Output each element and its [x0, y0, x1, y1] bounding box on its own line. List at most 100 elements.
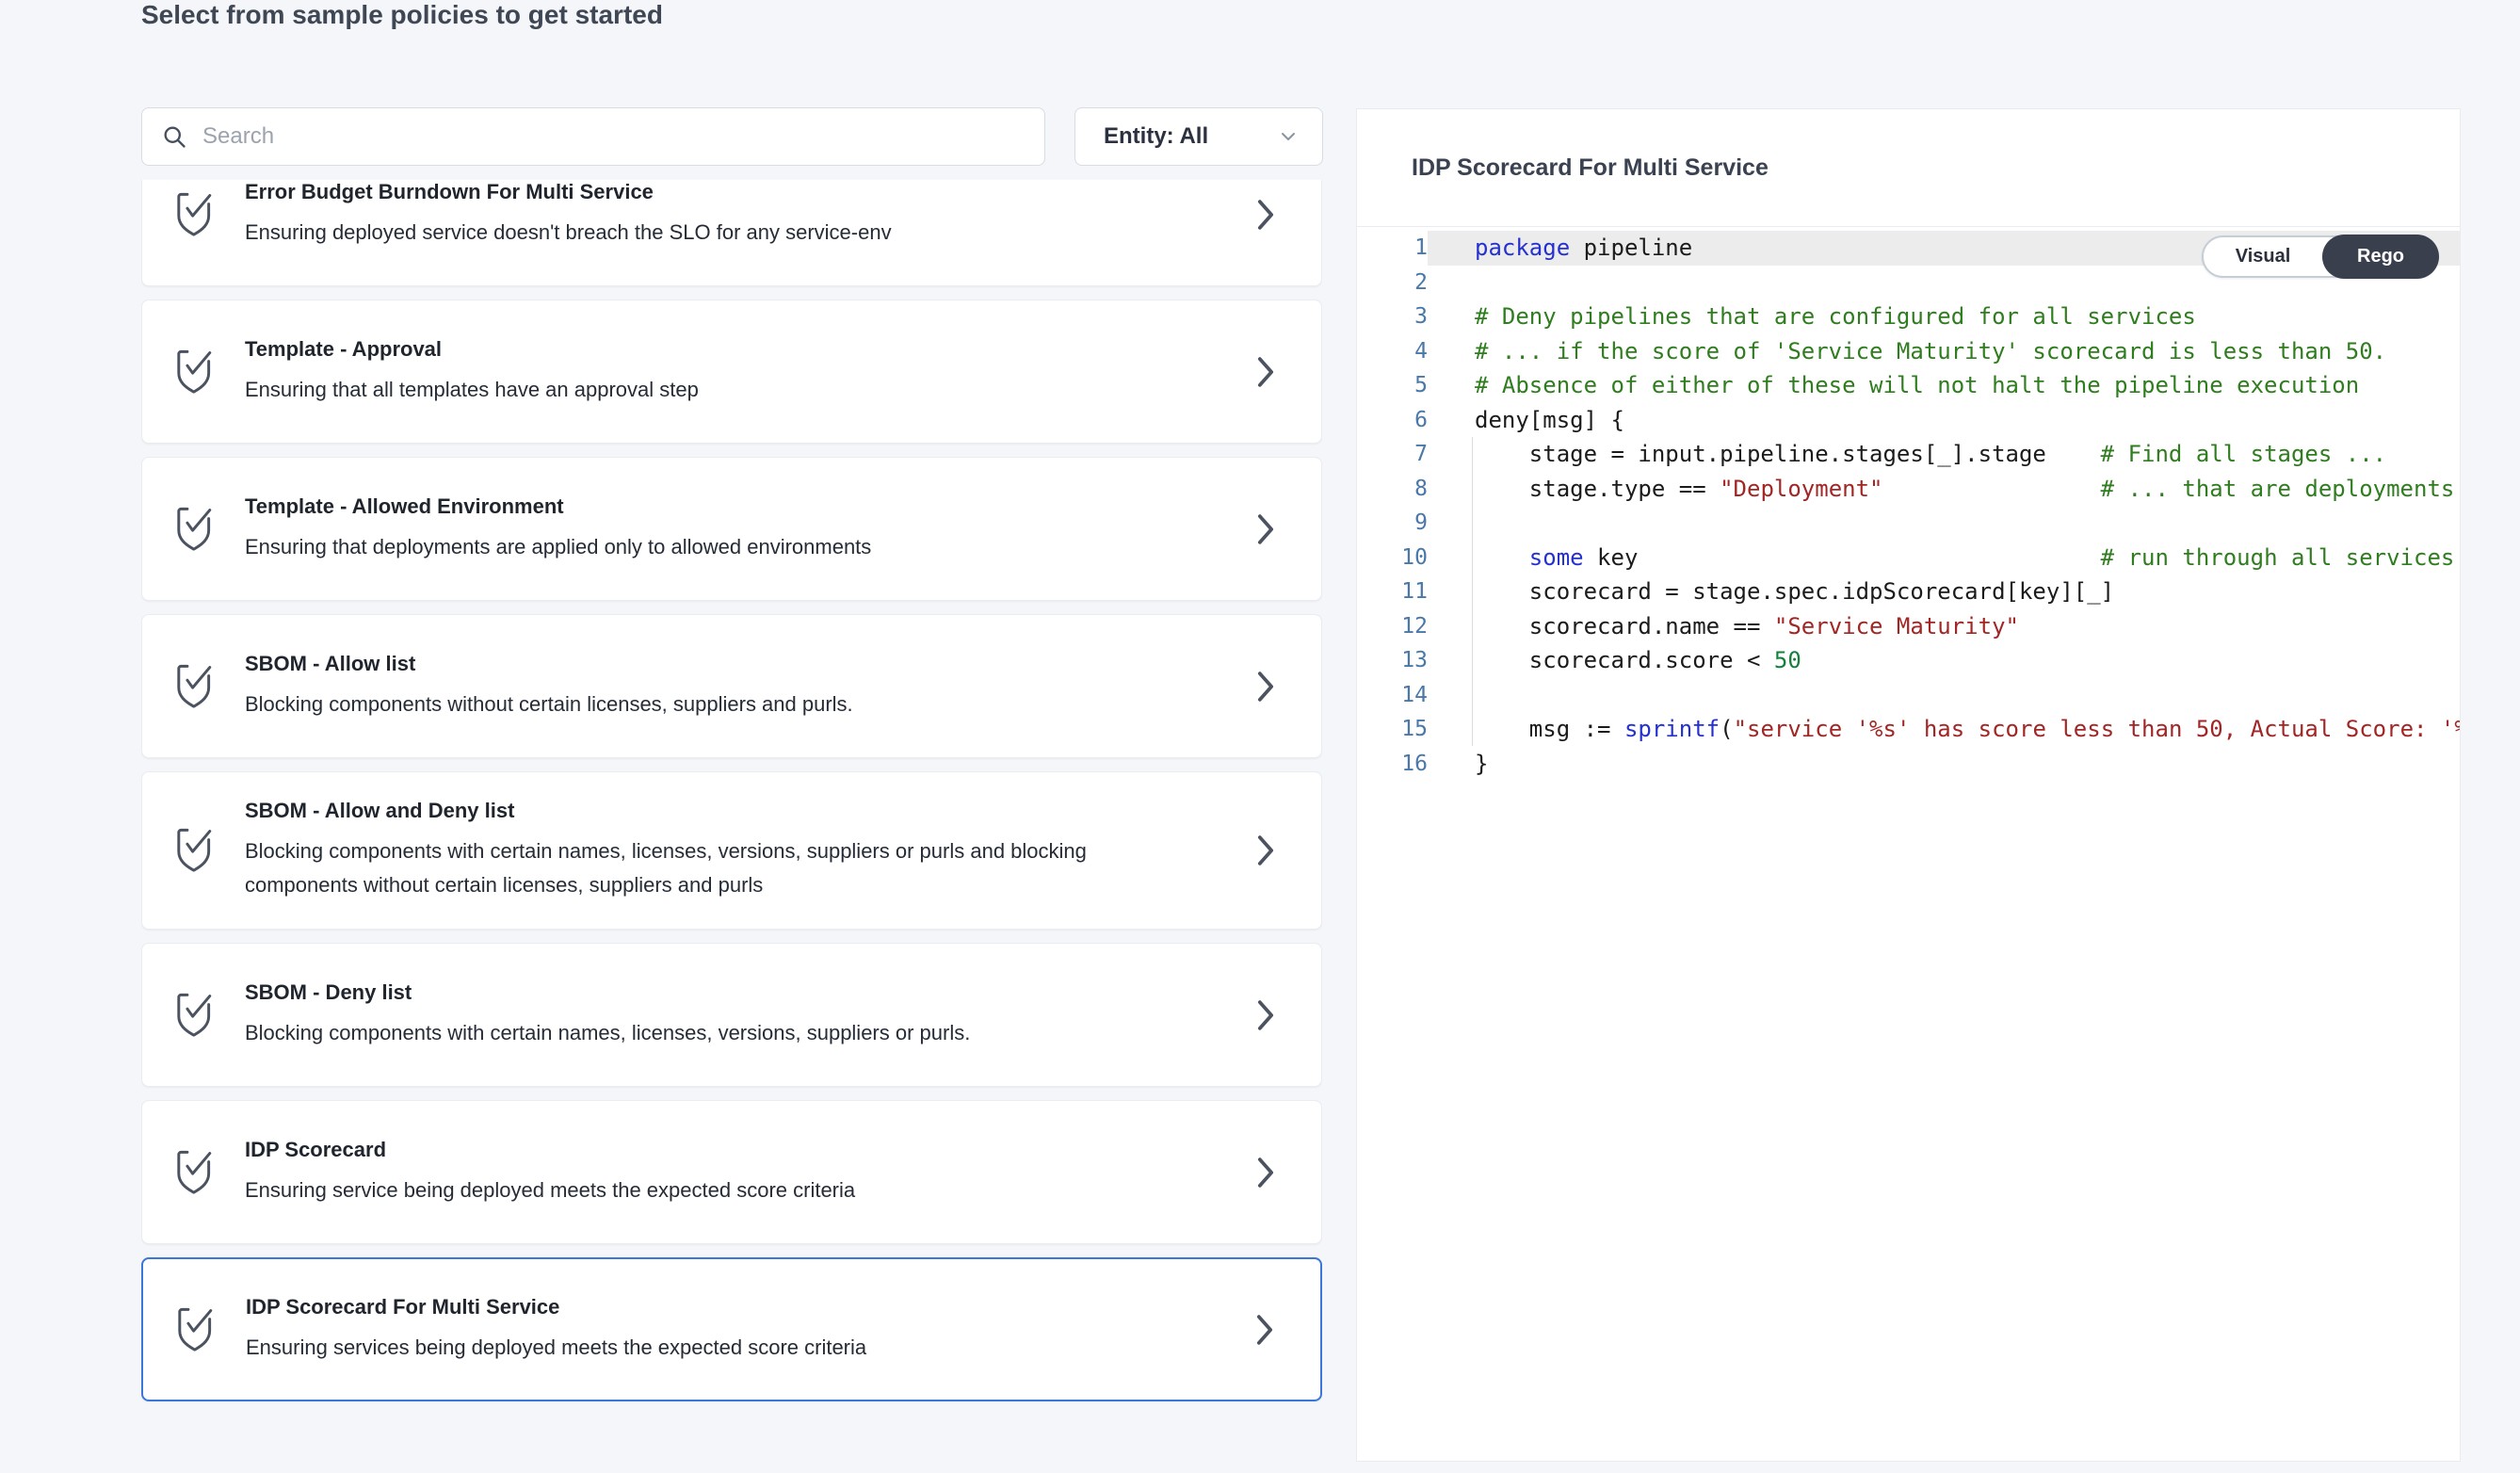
code-segment: # ... that are deployments: [2101, 476, 2455, 502]
chevron-right-icon: [1252, 1314, 1277, 1346]
code-segment: key: [1584, 544, 2101, 571]
search-input[interactable]: [202, 123, 1026, 150]
policy-card[interactable]: Template - Approval Ensuring that all te…: [141, 299, 1322, 444]
line-number: 1: [1357, 235, 1428, 260]
code-line-text: # ... if the score of 'Service Maturity'…: [1428, 334, 2460, 369]
page-title: Select from sample policies to get start…: [141, 0, 663, 30]
code-segment: msg :=: [1475, 716, 1624, 742]
chevron-right-icon: [1253, 834, 1278, 866]
tab-rego[interactable]: Rego: [2322, 235, 2439, 279]
code-segment: stage = input.pipeline.stages[_].stage: [1475, 441, 2101, 467]
line-number: 7: [1357, 442, 1428, 466]
code-segment: # Find all stages ...: [2101, 441, 2386, 467]
code-segment: # ... if the score of 'Service Maturity'…: [1475, 338, 2386, 364]
line-number: 2: [1357, 270, 1428, 295]
policy-card[interactable]: IDP Scorecard For Multi Service Ensuring…: [141, 1257, 1322, 1401]
policy-detail-panel: IDP Scorecard For Multi Service Visual R…: [1356, 108, 2461, 1462]
policy-description: Blocking components with certain names, …: [245, 834, 1092, 902]
code-line-text: stage = input.pipeline.stages[_].stage #…: [1428, 437, 2460, 472]
code-segment: scorecard = stage.spec.idpScorecard[key]…: [1475, 578, 2114, 605]
policy-card[interactable]: SBOM - Deny list Blocking components wit…: [141, 943, 1322, 1087]
tab-visual[interactable]: Visual: [2204, 246, 2322, 267]
code-segment: "Deployment": [1720, 476, 1882, 502]
code-line-text: scorecard.score < 50: [1428, 643, 2460, 678]
line-number: 13: [1357, 648, 1428, 672]
code-segment: some: [1529, 544, 1584, 571]
code-line-text: # Absence of either of these will not ha…: [1428, 368, 2460, 403]
code-line: 11 scorecard = stage.spec.idpScorecard[k…: [1357, 575, 2460, 609]
code-segment: # run through all services: [2101, 544, 2455, 571]
chevron-right-icon: [1253, 671, 1278, 703]
chevron-right-icon: [1253, 356, 1278, 388]
code-segment: "Service Maturity": [1774, 613, 2019, 639]
code-line: 5 # Absence of either of these will not …: [1357, 368, 2460, 403]
chevron-down-icon: [1277, 125, 1300, 148]
line-number: 6: [1357, 408, 1428, 432]
code-line: 8 stage.type == "Deployment" # ... that …: [1357, 472, 2460, 507]
policy-card[interactable]: Template - Allowed Environment Ensuring …: [141, 457, 1322, 601]
code-segment: 50: [1774, 647, 1801, 673]
search-icon: [161, 123, 187, 150]
line-number: 4: [1357, 339, 1428, 364]
rego-code-viewer: 1 package pipeline 2 3 # Deny pipelines …: [1357, 227, 2460, 781]
policy-card[interactable]: IDP Scorecard Ensuring service being dep…: [141, 1100, 1322, 1244]
code-line-text: }: [1428, 747, 2460, 782]
shield-check-icon: [176, 191, 216, 238]
code-line-text: # Deny pipelines that are configured for…: [1428, 299, 2460, 334]
code-line-text: some key # run through all services: [1428, 541, 2460, 575]
chevron-right-icon: [1253, 199, 1278, 231]
search-box[interactable]: [141, 107, 1045, 166]
code-segment: package: [1475, 235, 1570, 261]
policy-card[interactable]: SBOM - Allow list Blocking components wi…: [141, 614, 1322, 758]
code-line: 9: [1357, 506, 2460, 541]
chevron-right-icon: [1253, 513, 1278, 545]
policy-card[interactable]: Error Budget Burndown For Multi Service …: [141, 180, 1322, 286]
code-lines: 1 package pipeline 2 3 # Deny pipelines …: [1357, 231, 2460, 781]
policy-title: SBOM - Deny list: [245, 980, 1255, 1005]
policy-title: SBOM - Allow and Deny list: [245, 799, 1255, 823]
code-line-text: [1428, 678, 2460, 713]
shield-check-icon: [176, 663, 216, 710]
line-number: 8: [1357, 477, 1428, 501]
policy-description: Blocking components with certain names, …: [245, 1016, 1092, 1050]
code-line: 10 some key # run through all services: [1357, 541, 2460, 575]
code-line: 4 # ... if the score of 'Service Maturit…: [1357, 334, 2460, 369]
line-number: 5: [1357, 373, 1428, 397]
policy-title: SBOM - Allow list: [245, 652, 1255, 676]
line-number: 12: [1357, 614, 1428, 639]
code-line: 16 }: [1357, 747, 2460, 782]
code-segment: [1882, 476, 2100, 502]
code-segment: }: [1475, 751, 1488, 777]
policy-title: Template - Allowed Environment: [245, 494, 1255, 519]
code-segment: # Deny pipelines that are configured for…: [1475, 303, 2196, 330]
shield-check-icon: [177, 1306, 217, 1353]
code-line: 13 scorecard.score < 50: [1357, 643, 2460, 678]
code-segment: sprintf: [1624, 716, 1720, 742]
code-segment: pipeline: [1570, 235, 1692, 261]
code-segment: [1475, 544, 1529, 571]
policy-description: Ensuring deployed service doesn't breach…: [245, 216, 1092, 250]
policy-title: IDP Scorecard For Multi Service: [246, 1295, 1254, 1319]
policy-description: Ensuring that deployments are applied on…: [245, 530, 1092, 564]
chevron-right-icon: [1253, 999, 1278, 1031]
policy-detail-title: IDP Scorecard For Multi Service: [1412, 154, 1769, 182]
view-mode-toggle[interactable]: Visual Rego: [2202, 235, 2439, 278]
shield-check-icon: [176, 506, 216, 553]
code-segment: deny[msg] {: [1475, 407, 1624, 433]
line-number: 11: [1357, 579, 1428, 604]
entity-filter-label: Entity: All: [1104, 123, 1208, 150]
policy-description: Ensuring service being deployed meets th…: [245, 1174, 1092, 1207]
code-line-text: deny[msg] {: [1428, 403, 2460, 438]
code-line: 7 stage = input.pipeline.stages[_].stage…: [1357, 437, 2460, 472]
policy-title: IDP Scorecard: [245, 1138, 1255, 1162]
line-number: 10: [1357, 545, 1428, 570]
code-segment: (: [1720, 716, 1733, 742]
policy-card[interactable]: SBOM - Allow and Deny list Blocking comp…: [141, 771, 1322, 930]
line-number: 9: [1357, 510, 1428, 535]
entity-filter-dropdown[interactable]: Entity: All: [1074, 107, 1323, 166]
code-segment: scorecard.name ==: [1475, 613, 1774, 639]
policy-description: Ensuring that all templates have an appr…: [245, 373, 1092, 407]
code-line-text: msg := sprintf("service '%s' has score l…: [1428, 712, 2460, 747]
code-segment: stage.type ==: [1475, 476, 1720, 502]
shield-check-icon: [176, 992, 216, 1039]
